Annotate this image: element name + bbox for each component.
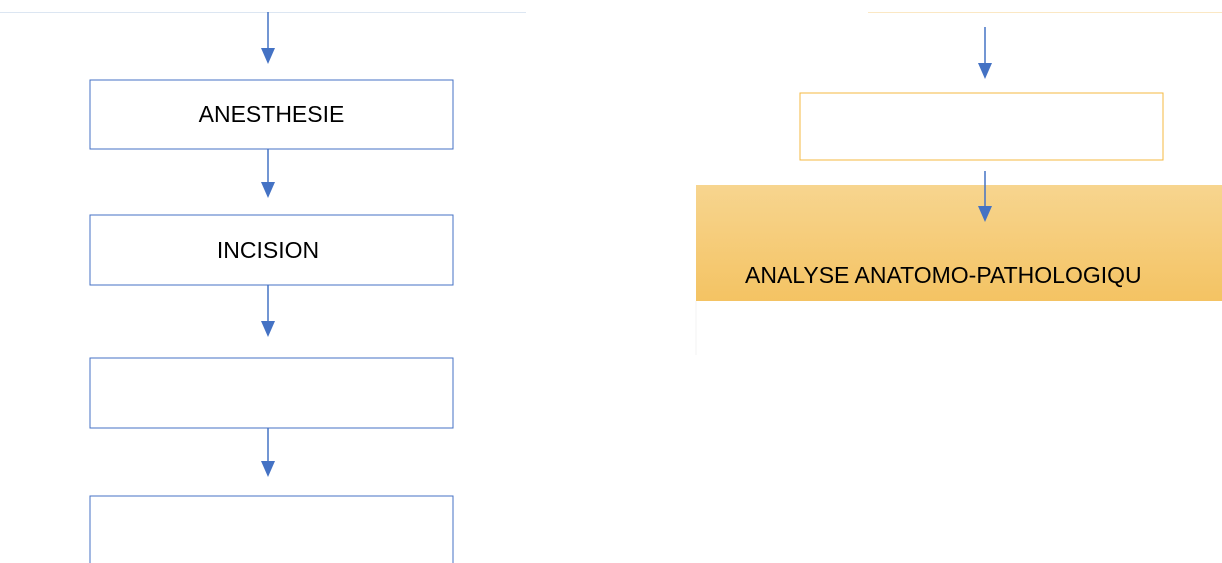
step-box-incision: INCISION xyxy=(89,214,454,286)
step-label-anesthesie: ANESTHESIE xyxy=(199,101,345,127)
step-box-3 xyxy=(89,357,454,429)
left-flow: ANESTHESIE INCISION xyxy=(89,12,454,563)
step-box-4 xyxy=(89,495,454,563)
left-arrowhead-4 xyxy=(261,461,275,477)
right-arrowhead-1 xyxy=(978,63,992,79)
left-arrowhead-1 xyxy=(261,48,275,64)
right-flow: ANALYSE ANATOMO-PATHOLOGIQU xyxy=(695,27,1222,355)
left-arrowhead-2 xyxy=(261,182,275,198)
step-box-anesthesie: ANESTHESIE xyxy=(89,79,454,150)
step-box-right xyxy=(799,92,1164,161)
flowchart-canvas: ANESTHESIE INCISION ANALYSE ANATOMO-PATH… xyxy=(0,12,1222,563)
result-band: ANALYSE ANATOMO-PATHOLOGIQU xyxy=(695,185,1222,355)
left-arrowhead-3 xyxy=(261,321,275,337)
step-label-incision: INCISION xyxy=(217,237,319,263)
result-label: ANALYSE ANATOMO-PATHOLOGIQU xyxy=(745,262,1142,288)
